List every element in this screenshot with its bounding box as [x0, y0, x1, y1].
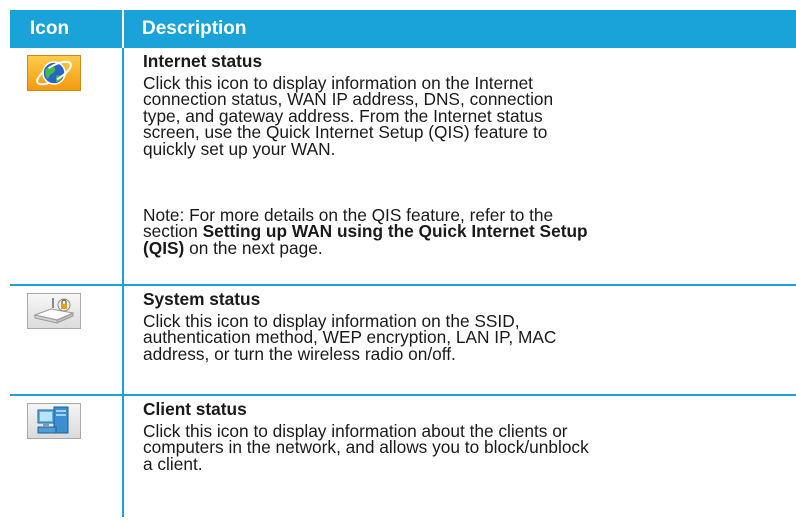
icon-cell: [10, 48, 122, 284]
description-cell: Client status Click this icon to display…: [122, 396, 796, 517]
row-body-line: quickly set up your WAN.: [143, 138, 336, 159]
router-lock-icon: [27, 293, 81, 329]
table-row-client-status: Client status Click this icon to display…: [10, 396, 796, 517]
row-body-line: address, or turn the wireless radio on/o…: [143, 343, 456, 364]
globe-icon: [27, 55, 81, 91]
table-header: Icon Description: [10, 10, 796, 48]
row-title: Client status: [143, 399, 247, 419]
row-title: System status: [143, 289, 261, 309]
row-body-line: computers in the network, and allows you…: [143, 437, 589, 458]
row-body-line: a client.: [143, 453, 203, 474]
note-line: (QIS) on the next page.: [143, 237, 323, 258]
header-description-column: Description: [122, 10, 796, 48]
row-title: Internet status: [143, 51, 263, 71]
description-cell: Internet status Click this icon to displ…: [122, 48, 796, 284]
computers-icon: [27, 403, 81, 439]
table-row-system-status: System status Click this icon to display…: [10, 286, 796, 396]
description-cell: System status Click this icon to display…: [122, 286, 796, 394]
table-row-internet-status: Internet status Click this icon to displ…: [10, 48, 796, 286]
icon-cell: [10, 396, 122, 517]
row-note: Note: For more details on the QIS featur…: [143, 206, 788, 258]
icon-cell: [10, 286, 122, 394]
header-icon-column: Icon: [30, 18, 70, 39]
icon-description-table: Icon Description Internet status Click t…: [10, 10, 796, 517]
